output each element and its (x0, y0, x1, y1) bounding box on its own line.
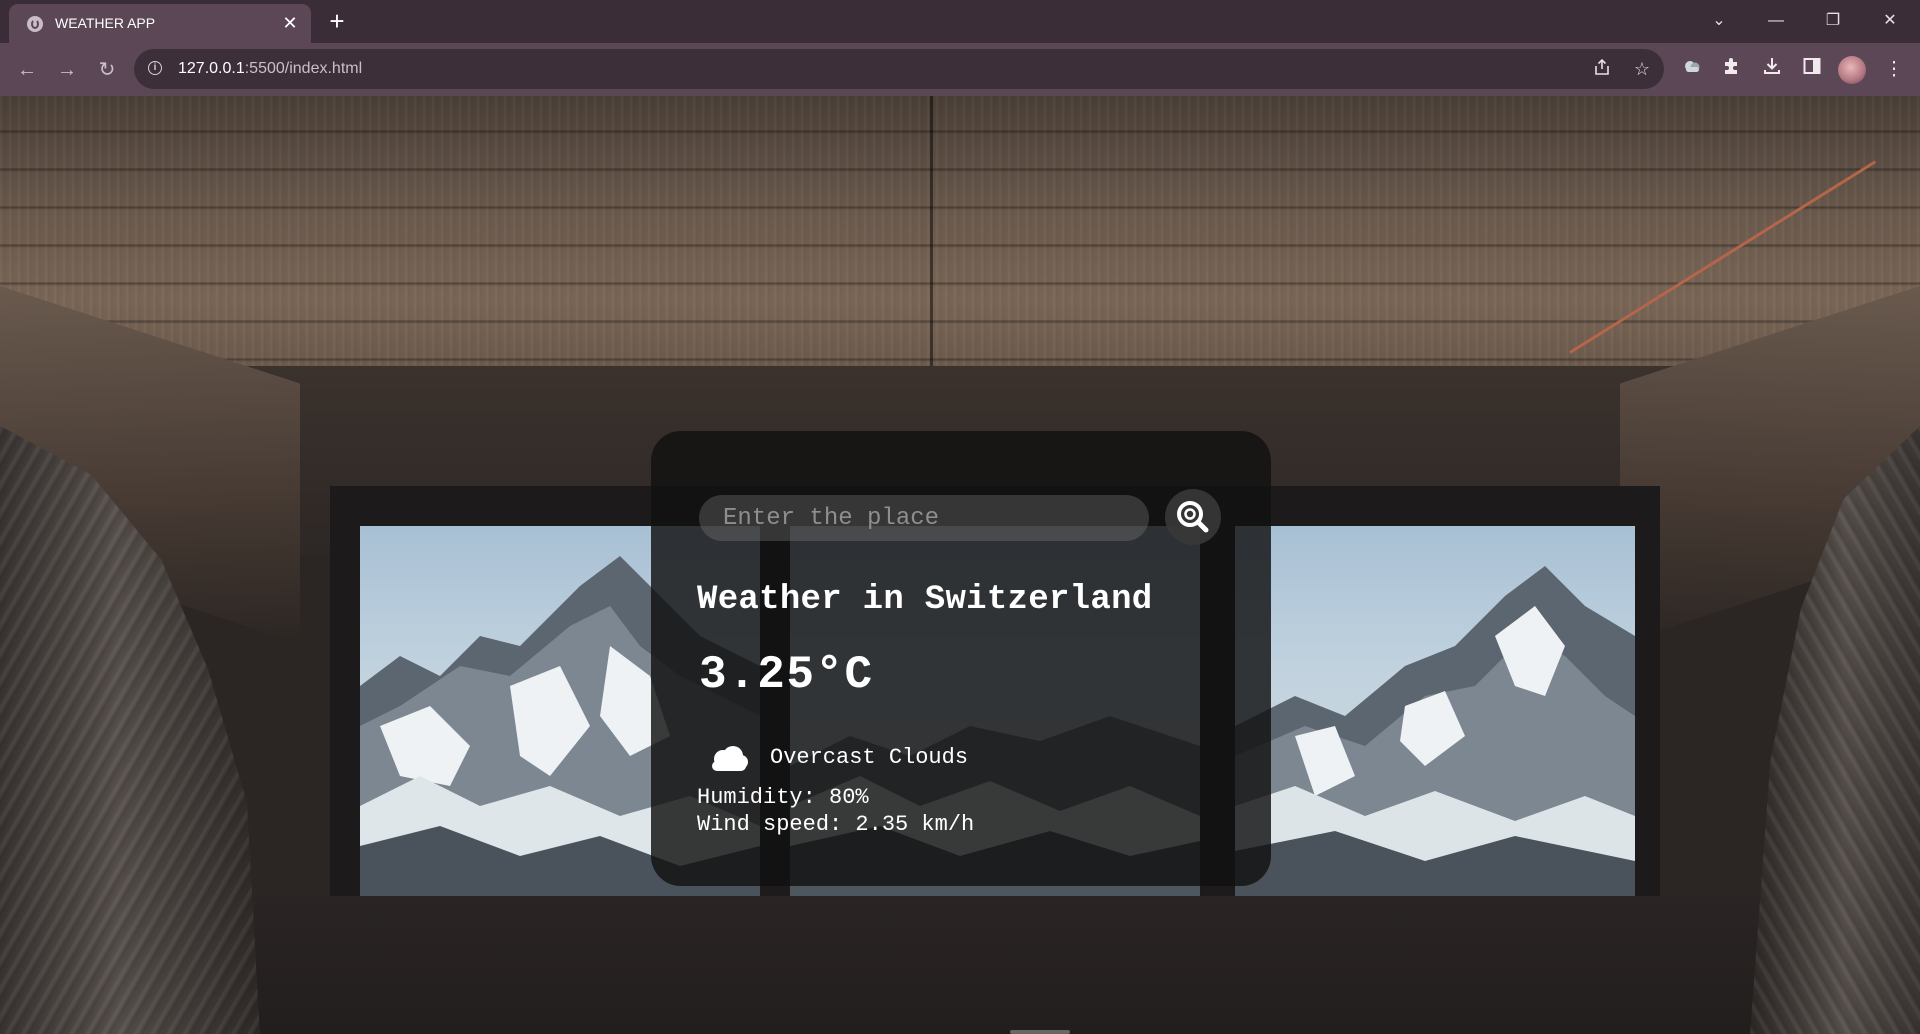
weather-description-row: Overcast Clouds (706, 739, 1206, 779)
search-row (699, 489, 1224, 545)
mountain-view-right (1235, 526, 1635, 896)
horizontal-scroll-indicator[interactable] (1010, 1030, 1070, 1034)
tab-title: WEATHER APP (55, 15, 156, 31)
page-viewport: Weather in Switzerland 3.25°C Overcast C… (0, 96, 1920, 1034)
tab-search-icon[interactable]: ⌄ (1698, 4, 1740, 38)
tab-close-icon[interactable]: ✕ (279, 12, 301, 34)
bookmark-star-icon[interactable]: ☆ (1630, 57, 1654, 81)
weather-extension-icon[interactable] (1678, 56, 1706, 84)
extensions-puzzle-icon[interactable] (1718, 56, 1746, 84)
close-window-button[interactable]: ✕ (1869, 4, 1911, 38)
browser-toolbar: ← → ↻ i 127.0.0.1:5500/index.html ☆ ⋮ (0, 43, 1920, 96)
globe-favicon-icon (27, 16, 43, 32)
address-bar[interactable]: i 127.0.0.1:5500/index.html ☆ (134, 49, 1664, 89)
minimize-button[interactable]: — (1755, 4, 1797, 38)
download-icon[interactable] (1758, 56, 1786, 84)
weather-description: Overcast Clouds (770, 745, 969, 770)
temperature-value: 3.25°C (699, 649, 874, 701)
new-tab-button[interactable]: + (322, 7, 352, 37)
site-info-icon[interactable]: i (148, 61, 162, 75)
tab-strip: WEATHER APP ✕ + ⌄ — ❐ ✕ (0, 0, 1920, 43)
profile-avatar[interactable] (1838, 56, 1866, 84)
restore-button[interactable]: ❐ (1812, 4, 1854, 38)
reload-icon[interactable]: ↻ (92, 55, 122, 85)
back-arrow-icon[interactable]: ← (12, 55, 42, 85)
url-text[interactable]: 127.0.0.1:5500/index.html (178, 60, 362, 78)
more-menu-icon[interactable]: ⋮ (1880, 56, 1908, 84)
search-input[interactable] (699, 495, 1149, 541)
forward-arrow-icon[interactable]: → (52, 55, 82, 85)
cloud-icon (712, 746, 748, 771)
browser-tab[interactable]: WEATHER APP ✕ (9, 4, 311, 43)
background-floor (0, 896, 1920, 1034)
url-host: 127.0.0.1 (178, 60, 245, 77)
background-ceiling-seam (930, 96, 933, 376)
search-icon (1177, 501, 1209, 533)
side-panel-icon[interactable] (1798, 56, 1826, 84)
location-title: Weather in Switzerland (697, 581, 1153, 619)
wind-speed-text: Wind speed: 2.35 km/h (697, 812, 975, 837)
url-path: :5500/index.html (244, 60, 363, 77)
humidity-text: Humidity: 80% (697, 785, 869, 810)
weather-card: Weather in Switzerland 3.25°C Overcast C… (651, 431, 1271, 886)
search-button[interactable] (1165, 489, 1221, 545)
share-icon[interactable] (1590, 57, 1614, 81)
